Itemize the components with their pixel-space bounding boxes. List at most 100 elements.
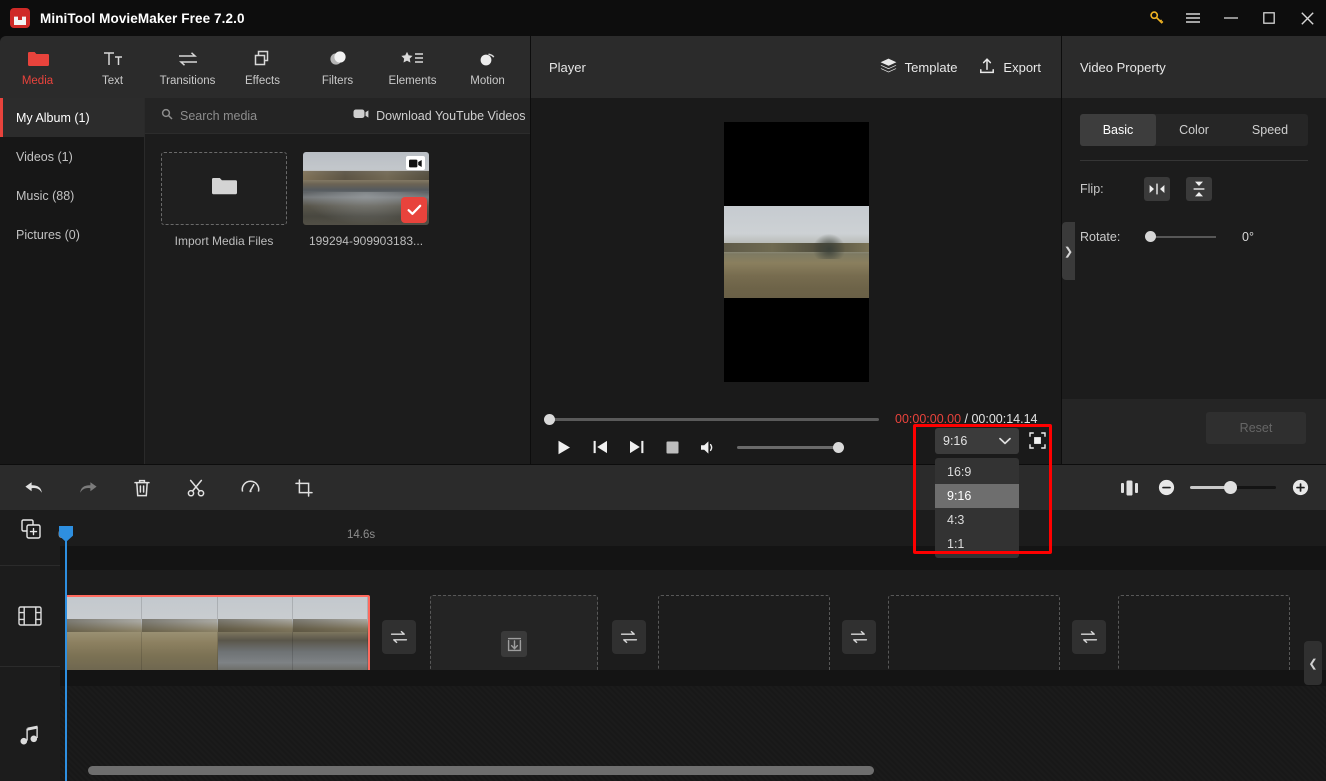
download-youtube-button[interactable]: Download YouTube Videos: [353, 108, 526, 123]
crop-icon[interactable]: [292, 476, 316, 500]
aspect-option-1-1[interactable]: 1:1: [935, 532, 1019, 556]
tab-text[interactable]: Text: [75, 36, 150, 98]
flip-horizontal-button[interactable]: [1144, 177, 1170, 201]
previous-frame-button[interactable]: [589, 436, 611, 458]
property-panel: Video Property Basic Color Speed Flip: R…: [1062, 36, 1326, 464]
sidebar-item-my-album[interactable]: My Album (1): [0, 98, 144, 137]
key-icon[interactable]: [1140, 0, 1174, 36]
video-track-icon[interactable]: [0, 566, 60, 666]
seek-slider[interactable]: [544, 413, 879, 425]
sidebar-item-pictures[interactable]: Pictures (0): [0, 215, 144, 254]
tab-transitions[interactable]: Transitions: [150, 36, 225, 98]
zoom-out-button[interactable]: [1154, 476, 1178, 500]
playhead[interactable]: [59, 526, 73, 781]
sidebar-item-videos[interactable]: Videos (1): [0, 137, 144, 176]
timeline-collapse-button[interactable]: ❮: [1304, 641, 1322, 685]
sidebar-item-music[interactable]: Music (88): [0, 176, 144, 215]
transition-button[interactable]: [842, 620, 876, 654]
play-button[interactable]: [553, 436, 575, 458]
close-button[interactable]: [1288, 0, 1326, 36]
player-stage: [531, 98, 1061, 406]
chevron-down-icon: [999, 434, 1011, 448]
app-title: MiniTool MovieMaker Free 7.2.0: [40, 10, 245, 26]
transition-button[interactable]: [612, 620, 646, 654]
sidebar-item-label: My Album (1): [16, 110, 90, 125]
divider: [0, 666, 60, 667]
download-youtube-label: Download YouTube Videos: [376, 108, 526, 123]
media-thumbnail[interactable]: [303, 152, 429, 225]
property-title: Video Property: [1080, 59, 1166, 75]
ruler-end-label: 14.6s: [347, 529, 376, 541]
property-panel-toggle[interactable]: ❯: [1062, 222, 1075, 280]
sidebar-item-label: Music (88): [16, 188, 75, 203]
tab-filters[interactable]: Filters: [300, 36, 375, 98]
tab-speed[interactable]: Speed: [1232, 114, 1308, 146]
rotate-slider[interactable]: [1145, 231, 1216, 242]
search-input[interactable]: Search media: [161, 108, 257, 123]
aspect-option-4-3[interactable]: 4:3: [935, 508, 1019, 532]
timeline-ruler[interactable]: 0s 14.6s: [0, 510, 1326, 546]
tab-motion[interactable]: Motion: [450, 36, 525, 98]
fullscreen-icon[interactable]: [1027, 430, 1047, 450]
split-icon[interactable]: [184, 476, 208, 500]
fit-timeline-icon[interactable]: [1118, 476, 1142, 500]
zoom-slider[interactable]: [1190, 481, 1276, 494]
video-frame-content: [723, 206, 869, 298]
video-track[interactable]: [60, 570, 1326, 693]
template-button[interactable]: Template: [880, 58, 957, 76]
horizontal-scrollbar[interactable]: [88, 766, 874, 775]
transition-button[interactable]: [382, 620, 416, 654]
aspect-ratio-select[interactable]: 9:16: [935, 428, 1019, 454]
chevron-right-icon: ❯: [1063, 245, 1074, 258]
minimize-button[interactable]: [1212, 0, 1250, 36]
tab-elements[interactable]: Elements: [375, 36, 450, 98]
folder-icon: [27, 48, 49, 70]
undo-icon[interactable]: [22, 476, 46, 500]
tab-color[interactable]: Color: [1156, 114, 1232, 146]
volume-icon[interactable]: [697, 436, 719, 458]
import-media-label: Import Media Files: [174, 234, 274, 248]
reset-button[interactable]: Reset: [1206, 412, 1306, 444]
tab-effects-label: Effects: [245, 74, 280, 87]
zoom-in-button[interactable]: [1288, 476, 1312, 500]
import-media-cell[interactable]: Import Media Files: [161, 152, 287, 248]
aspect-option-9-16[interactable]: 9:16: [935, 484, 1019, 508]
tab-media-label: Media: [21, 74, 54, 87]
rotate-handle[interactable]: [1145, 231, 1156, 242]
redo-icon[interactable]: [76, 476, 100, 500]
tab-speed-label: Speed: [1251, 123, 1289, 137]
property-footer: Reset: [1062, 399, 1326, 464]
volume-slider[interactable]: [737, 441, 844, 453]
video-preview[interactable]: [723, 122, 869, 382]
app-window: MiniTool MovieMaker Free 7.2.0 Media Tex…: [0, 0, 1326, 781]
tab-effects[interactable]: Effects: [225, 36, 300, 98]
tab-basic-label: Basic: [1102, 123, 1134, 137]
flip-vertical-button[interactable]: [1186, 177, 1212, 201]
stop-button[interactable]: [661, 436, 683, 458]
player-header: Player Template Export: [531, 36, 1061, 98]
media-topbar: Search media Download YouTube Videos: [145, 98, 530, 134]
maximize-button[interactable]: [1250, 0, 1288, 36]
tab-basic[interactable]: Basic: [1080, 114, 1156, 146]
tab-media[interactable]: Media: [0, 36, 75, 98]
zoom-slider-handle[interactable]: [1224, 481, 1238, 494]
media-item[interactable]: 199294-909903183...: [303, 152, 429, 248]
audio-track-icon[interactable]: [0, 686, 60, 781]
add-media-icon[interactable]: [20, 518, 42, 540]
speed-icon[interactable]: [238, 476, 262, 500]
reset-label: Reset: [1239, 421, 1273, 435]
track-spacer: [60, 670, 1326, 686]
media-item-label: 199294-909903183...: [308, 234, 424, 248]
export-button[interactable]: Export: [979, 57, 1041, 77]
seek-handle[interactable]: [544, 413, 555, 425]
effects-icon: [252, 48, 274, 70]
menu-icon[interactable]: [1174, 0, 1212, 36]
delete-icon[interactable]: [130, 476, 154, 500]
import-media-box[interactable]: [161, 152, 287, 225]
aspect-ratio-dropdown[interactable]: 16:9 9:16 4:3 1:1: [935, 458, 1019, 558]
next-frame-button[interactable]: [625, 436, 647, 458]
aspect-option-16-9[interactable]: 16:9: [935, 460, 1019, 484]
export-label: Export: [1003, 59, 1041, 75]
volume-handle[interactable]: [833, 441, 844, 453]
transition-button[interactable]: [1072, 620, 1106, 654]
